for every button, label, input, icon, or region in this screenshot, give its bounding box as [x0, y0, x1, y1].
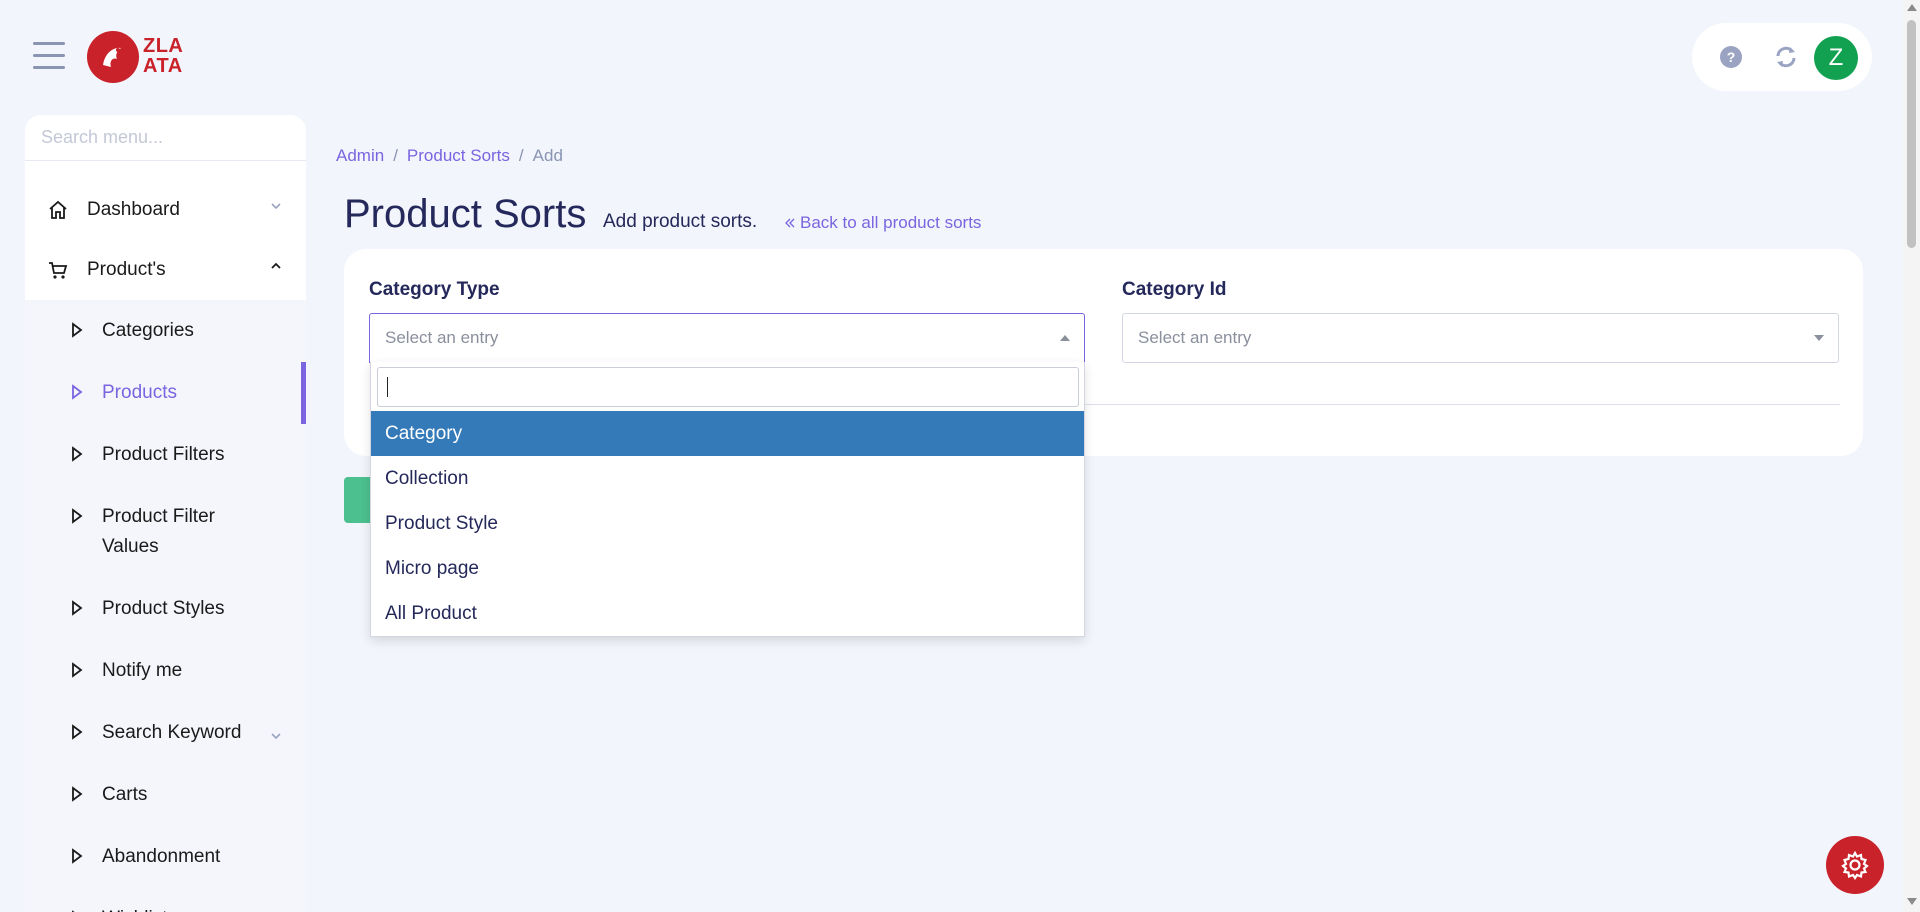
logo-text: ZLA ATA — [143, 35, 184, 77]
logo-emblem-icon — [87, 31, 139, 83]
chevron-up-icon — [1060, 335, 1070, 341]
category-type-select[interactable]: Select an entry — [369, 313, 1085, 363]
option-category[interactable]: Category — [371, 411, 1084, 456]
sidebar-item-label: Search Keyword — [102, 722, 242, 743]
page-subtitle: Add product sorts. — [603, 211, 758, 232]
double-chevron-left-icon — [785, 218, 795, 228]
sidebar-item-product-styles[interactable]: Product Styles — [25, 578, 306, 640]
gear-icon — [1841, 850, 1869, 880]
sidebar-item-dashboard[interactable]: Dashboard — [25, 180, 306, 240]
products-submenu: Categories Products Product Filters Prod… — [25, 300, 306, 912]
sidebar-item-products-group[interactable]: Product's — [25, 240, 306, 300]
sidebar-item-label: Wishlists — [102, 904, 177, 912]
scrollbar-thumb[interactable] — [1907, 20, 1916, 248]
sidebar-item-notify-me[interactable]: Notify me — [25, 640, 306, 702]
refresh-icon[interactable] — [1773, 44, 1799, 70]
cart-icon — [49, 262, 68, 279]
category-id-select[interactable]: Select an entry — [1122, 313, 1839, 363]
caret-right-icon — [72, 600, 83, 616]
sidebar-item-label: Categories — [102, 320, 194, 341]
sidebar-item-label: Product Filters — [102, 444, 225, 465]
brand-logo[interactable]: ZLA ATA — [87, 31, 189, 83]
breadcrumb-product-sorts[interactable]: Product Sorts — [407, 146, 510, 165]
caret-right-icon — [72, 848, 83, 864]
caret-right-icon — [72, 786, 83, 802]
chevron-down-icon — [271, 203, 281, 210]
category-type-dropdown: Category Collection Product Style Micro … — [370, 362, 1085, 637]
category-type-placeholder: Select an entry — [385, 328, 499, 347]
caret-right-icon — [72, 446, 83, 462]
sidebar-item-label: Product's — [87, 259, 166, 280]
page-scrollbar[interactable] — [1903, 0, 1920, 912]
sidebar-item-wishlists[interactable]: Wishlists — [25, 888, 306, 912]
breadcrumb-admin[interactable]: Admin — [336, 146, 384, 165]
sidebar-item-label: Carts — [102, 784, 148, 805]
category-id-label: Category Id — [1122, 279, 1227, 300]
option-micro-page[interactable]: Micro page — [371, 546, 1084, 591]
sidebar: Dashboard Product's Categories Products … — [25, 115, 306, 912]
sidebar-item-search-keyword[interactable]: Search Keyword — [25, 702, 306, 764]
chevron-down-icon — [271, 733, 281, 740]
sidebar-item-label: Abandonment — [102, 846, 221, 867]
hamburger-menu-icon[interactable] — [33, 42, 65, 70]
sidebar-menu: Dashboard Product's Categories Products … — [25, 180, 306, 912]
header-actions: ? Z — [1692, 23, 1872, 91]
scroll-up-arrow-icon[interactable] — [1907, 4, 1917, 11]
sidebar-item-label: Notify me — [102, 660, 183, 681]
scroll-down-arrow-icon[interactable] — [1907, 898, 1917, 905]
text-cursor — [387, 377, 388, 397]
back-link-label: Back to all product sorts — [800, 213, 982, 232]
caret-right-icon — [72, 322, 83, 338]
svg-text:?: ? — [1727, 49, 1736, 65]
sidebar-item-product-filters[interactable]: Product Filters — [25, 424, 306, 486]
breadcrumb: Admin / Product Sorts / Add — [336, 146, 563, 166]
caret-right-icon — [72, 662, 83, 678]
chevron-down-icon — [1814, 335, 1824, 341]
help-icon[interactable]: ? — [1718, 44, 1744, 70]
option-all-product[interactable]: All Product — [371, 591, 1084, 636]
breadcrumb-separator: / — [393, 146, 398, 165]
breadcrumb-separator: / — [518, 146, 524, 165]
sidebar-item-categories[interactable]: Categories — [25, 300, 306, 362]
avatar[interactable]: Z — [1814, 36, 1858, 80]
option-product-style[interactable]: Product Style — [371, 501, 1084, 546]
back-link[interactable]: Back to all product sorts — [784, 213, 981, 233]
home-icon — [49, 200, 67, 219]
divider — [1080, 404, 1840, 405]
page-title: Product Sorts — [344, 192, 587, 236]
category-type-label: Category Type — [369, 279, 500, 300]
sidebar-item-abandonment[interactable]: Abandonment — [25, 826, 306, 888]
caret-right-icon — [72, 384, 83, 400]
caret-right-icon — [72, 508, 83, 524]
sidebar-item-products[interactable]: Products — [25, 362, 306, 424]
sidebar-item-label: Products — [102, 382, 177, 403]
chevron-up-icon — [271, 262, 281, 269]
top-bar: ZLA ATA ? Z — [0, 0, 1920, 110]
category-id-placeholder: Select an entry — [1138, 328, 1252, 347]
dropdown-search-input[interactable] — [377, 367, 1079, 407]
sidebar-item-label: Product Filter Values — [102, 506, 215, 557]
sidebar-item-label: Product Styles — [102, 598, 225, 619]
sidebar-search-input[interactable] — [41, 127, 290, 148]
sidebar-item-carts[interactable]: Carts — [25, 764, 306, 826]
sidebar-item-label: Dashboard — [87, 199, 180, 220]
option-collection[interactable]: Collection — [371, 456, 1084, 501]
sidebar-item-product-filter-values[interactable]: Product Filter Values — [25, 486, 306, 578]
breadcrumb-current: Add — [532, 146, 563, 165]
settings-button[interactable] — [1826, 836, 1884, 894]
caret-right-icon — [72, 724, 83, 740]
sidebar-search — [25, 115, 306, 161]
